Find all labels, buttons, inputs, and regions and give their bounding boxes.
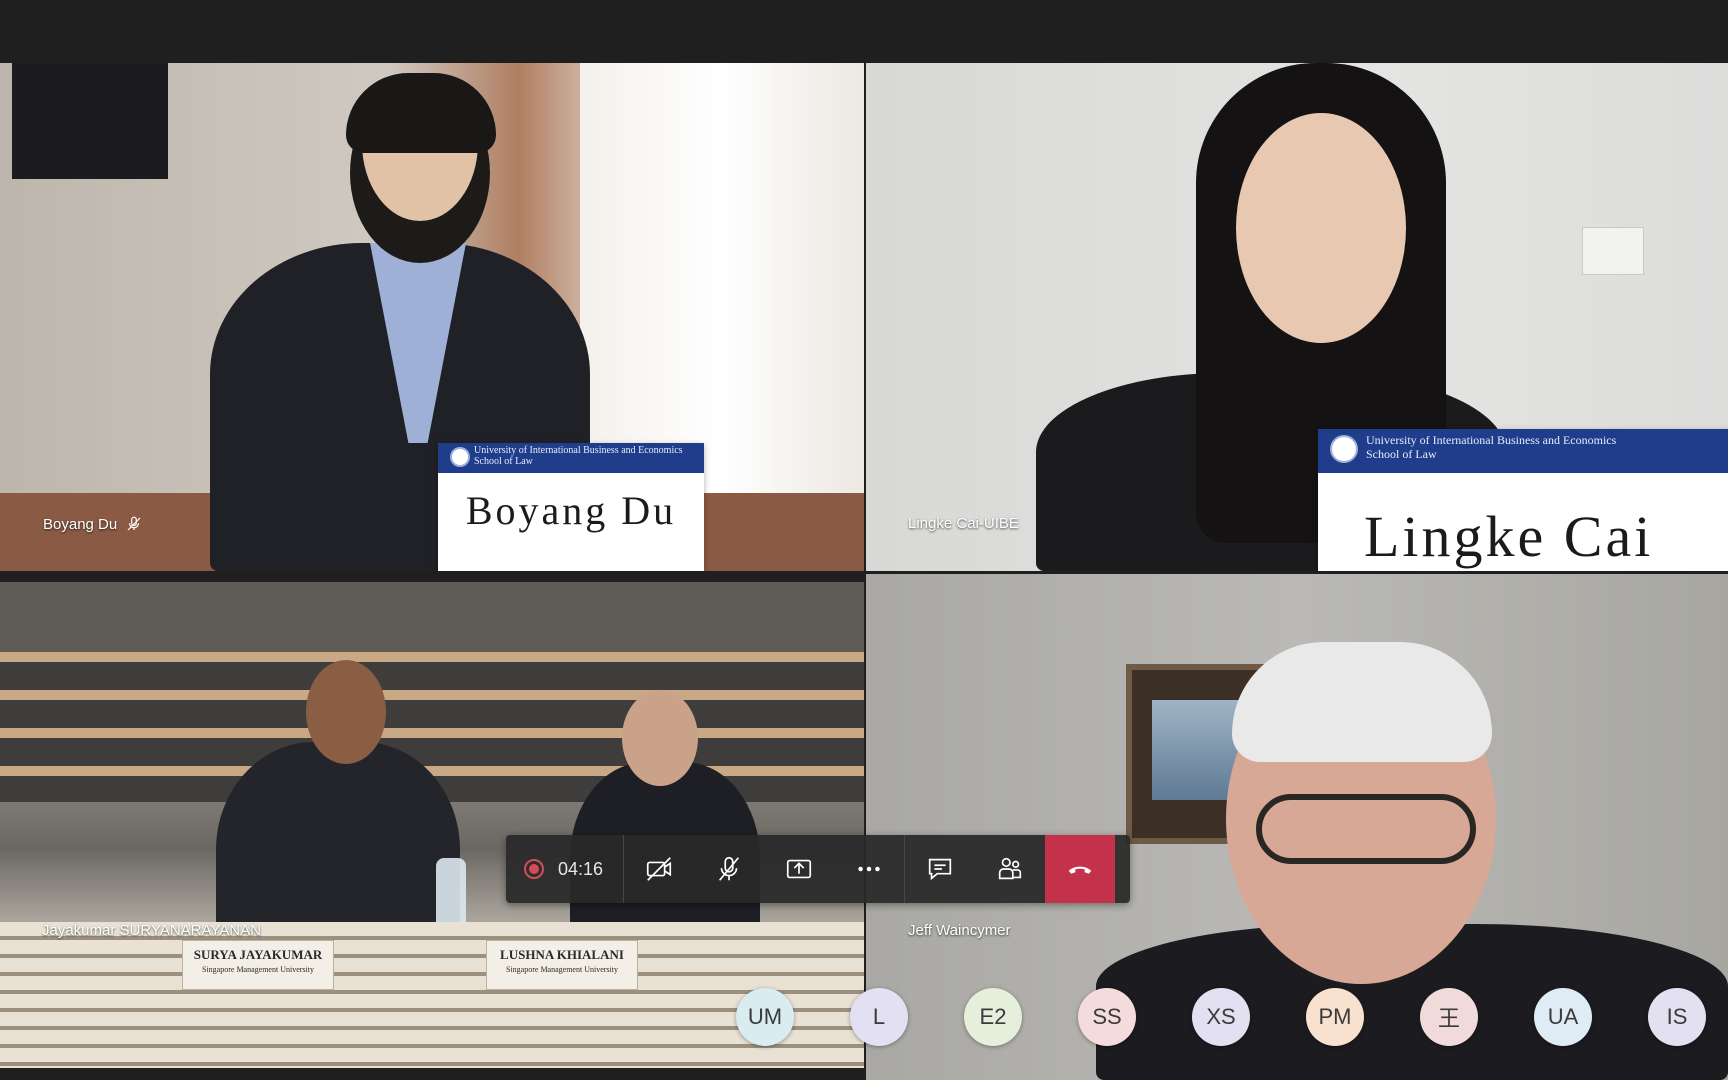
desk-card-1-sub: Singapore Management University [202,965,314,974]
chat-icon [928,858,952,881]
camera-toggle-button[interactable] [624,835,694,903]
share-screen-icon [786,859,812,879]
name-placard: University of International Business and… [438,443,704,571]
hair [346,73,496,153]
tv-screen [12,63,168,179]
more-actions-button[interactable] [834,835,904,903]
avatar[interactable]: PM [1306,988,1364,1046]
chat-button[interactable] [905,835,975,903]
video-tile-jayakumar[interactable]: SURYA JAYAKUMAR Singapore Management Uni… [0,582,864,1068]
avatar[interactable]: L [850,988,908,1046]
avatar-initials: UA [1547,1004,1579,1029]
more-icon [858,866,880,872]
desk-card-1: SURYA JAYAKUMAR Singapore Management Uni… [182,940,334,990]
avatar-initials: E2 [979,1004,1007,1029]
desk-card-2: LUSHNA KHIALANI Singapore Management Uni… [486,940,638,990]
participants-button[interactable] [975,835,1045,903]
placard-institution: University of International Business and… [474,445,683,467]
desk-card-1-name: SURYA JAYAKUMAR [193,947,323,962]
avatar[interactable]: UM [736,988,794,1046]
desk-card-2-sub: Singapore Management University [506,965,618,974]
hair [1232,642,1492,762]
person-head [1236,113,1406,343]
video-tile-lingke-cai[interactable]: University of International Business and… [866,63,1728,571]
light-switch [1582,227,1644,275]
avatar[interactable]: XS [1192,988,1250,1046]
participant-name-label: Boyang Du [43,515,143,533]
placard-institution: University of International Business and… [1366,433,1617,461]
mic-off-icon [719,856,740,881]
glasses [1256,794,1476,864]
record-icon [524,859,544,879]
avatar-initials: XS [1206,1004,1236,1029]
participant-name: Jeff Waincymer [908,922,1011,939]
avatar[interactable]: E2 [964,988,1022,1046]
teams-meeting-window: University of International Business and… [0,0,1728,1080]
video-tile-boyang-du[interactable]: University of International Business and… [0,63,864,571]
university-seal-icon [1330,435,1358,463]
participant-name-label: Jeff Waincymer [908,922,1011,939]
avatar-initials: IS [1666,1004,1688,1029]
camera-off-icon [646,857,672,881]
avatar[interactable]: IS [1648,988,1706,1046]
avatar-initials: PM [1318,1004,1352,1029]
placard-name: Boyang Du [465,488,677,533]
share-screen-button[interactable] [764,835,834,903]
avatar-initials: L [872,1004,886,1029]
avatar-initials: SS [1092,1004,1122,1029]
avatar[interactable]: 王 [1420,988,1478,1046]
participant-name: Jayakumar SURYANARAYANAN [42,922,261,939]
avatar-initials: 王 [1437,1006,1460,1031]
avatar-initials: UM [747,1004,783,1029]
back-wall [0,582,864,652]
mic-toggle-button[interactable] [694,835,764,903]
meeting-timer: 04:16 [558,858,604,879]
person-head-left [306,660,386,764]
leave-call-button[interactable] [1045,835,1116,903]
avatar[interactable]: UA [1534,988,1592,1046]
participant-name: Lingke Cai-UIBE [908,515,1019,532]
table [0,922,864,1068]
name-placard: University of International Business and… [1318,429,1728,571]
mic-off-icon [127,516,141,531]
recording-indicator[interactable]: 04:16 [506,835,625,903]
person-head-right [622,690,698,786]
top-bar [0,0,1728,63]
participant-name: Boyang Du [43,515,118,533]
window-curtain [580,63,864,503]
participant-name-label: Lingke Cai-UIBE [908,515,1019,532]
people-icon [998,857,1022,880]
desk-card-2-name: LUSHNA KHIALANI [500,947,624,962]
university-seal-icon [450,447,470,467]
avatar[interactable]: SS [1078,988,1136,1046]
meeting-control-bar: 04:16 [506,835,1130,903]
participant-avatar-strip: UM L E2 SS XS PM 王 UA IS [736,988,1706,1046]
hangup-icon [1068,866,1092,874]
participant-name-label: Jayakumar SURYANARAYANAN [42,922,261,939]
placard-name: Lingke Cai [1364,504,1654,569]
